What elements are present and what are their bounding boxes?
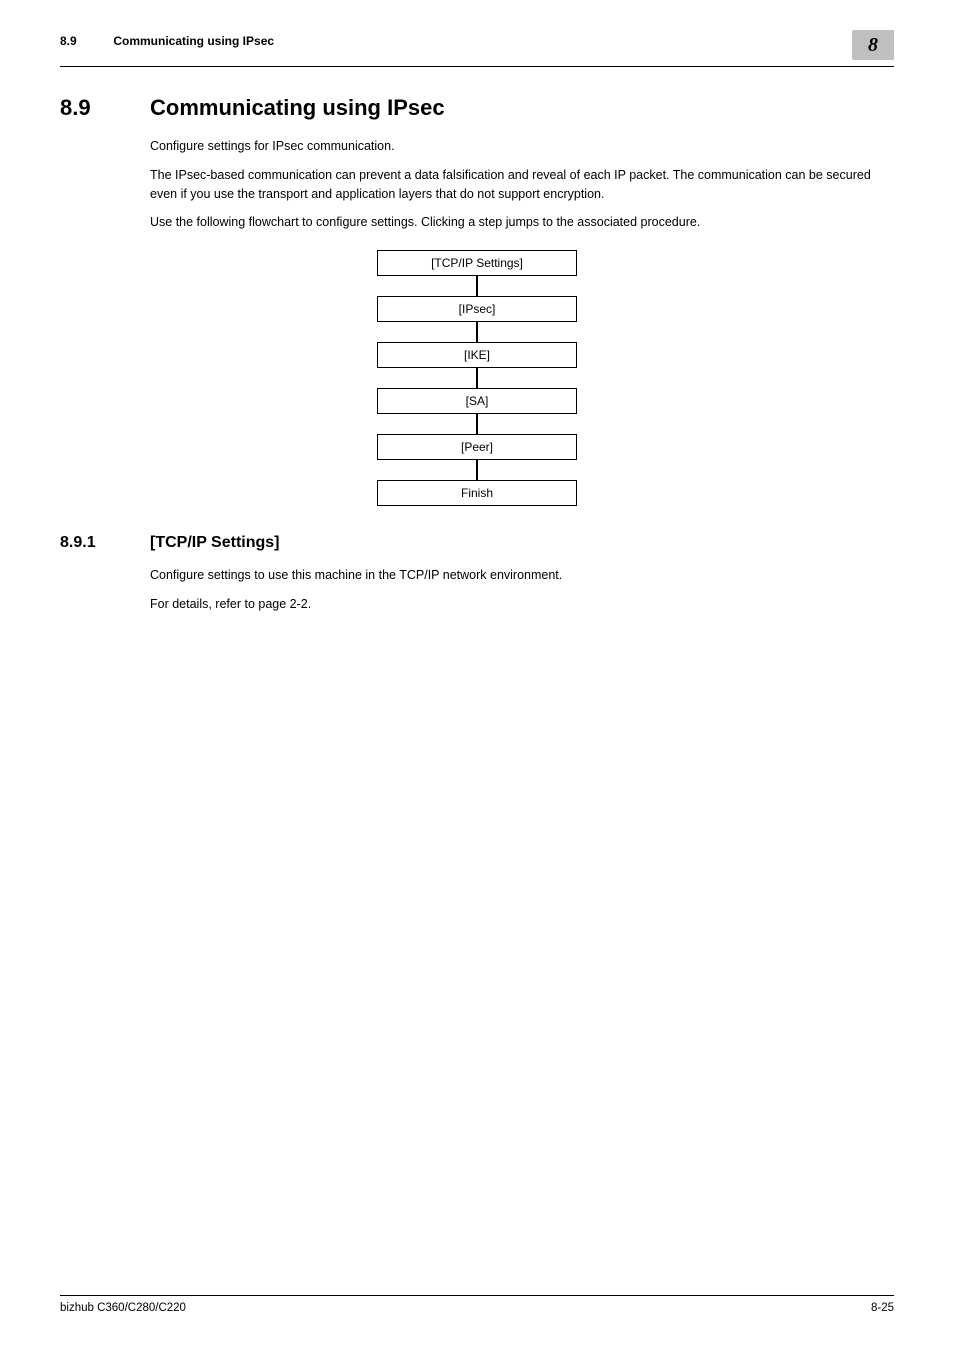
section-paragraph: Use the following flowchart to configure… bbox=[150, 213, 894, 232]
section-paragraph: Configure settings for IPsec communicati… bbox=[150, 137, 894, 156]
flow-step-tcpip[interactable]: [TCP/IP Settings] bbox=[377, 250, 577, 276]
chapter-number: 8 bbox=[868, 34, 878, 57]
header-rule bbox=[60, 66, 894, 67]
footer-page-number: 8-25 bbox=[871, 1302, 894, 1314]
flow-connector bbox=[476, 368, 478, 388]
flow-step-ike[interactable]: [IKE] bbox=[377, 342, 577, 368]
subsection-paragraph: Configure settings to use this machine i… bbox=[150, 566, 894, 585]
flow-step-sa[interactable]: [SA] bbox=[377, 388, 577, 414]
flow-step-ipsec[interactable]: [IPsec] bbox=[377, 296, 577, 322]
section-paragraph: The IPsec-based communication can preven… bbox=[150, 166, 894, 204]
subsection-title: [TCP/IP Settings] bbox=[150, 534, 280, 552]
flow-step-finish: Finish bbox=[377, 480, 577, 506]
section-heading: 8.9 Communicating using IPsec bbox=[60, 95, 894, 121]
footer-product: bizhub C360/C280/C220 bbox=[60, 1302, 186, 1314]
flow-connector bbox=[476, 276, 478, 296]
flow-connector bbox=[476, 322, 478, 342]
section-number: 8.9 bbox=[60, 95, 150, 121]
header-section-number: 8.9 bbox=[60, 34, 110, 48]
section-title: Communicating using IPsec bbox=[150, 95, 445, 121]
flow-connector bbox=[476, 460, 478, 480]
page-footer: bizhub C360/C280/C220 8-25 bbox=[60, 1295, 894, 1314]
flowchart: [TCP/IP Settings] [IPsec] [IKE] [SA] [Pe… bbox=[377, 250, 577, 506]
footer-rule bbox=[60, 1295, 894, 1296]
subsection-paragraph: For details, refer to page 2-2. bbox=[150, 595, 894, 614]
page-header: 8.9 Communicating using IPsec 8 bbox=[60, 30, 894, 60]
flow-step-peer[interactable]: [Peer] bbox=[377, 434, 577, 460]
subsection-heading: 8.9.1 [TCP/IP Settings] bbox=[60, 534, 894, 552]
subsection-number: 8.9.1 bbox=[60, 534, 150, 552]
chapter-tab: 8 bbox=[852, 30, 894, 60]
header-left: 8.9 Communicating using IPsec bbox=[60, 30, 274, 48]
header-section-title: Communicating using IPsec bbox=[113, 34, 274, 48]
flow-connector bbox=[476, 414, 478, 434]
